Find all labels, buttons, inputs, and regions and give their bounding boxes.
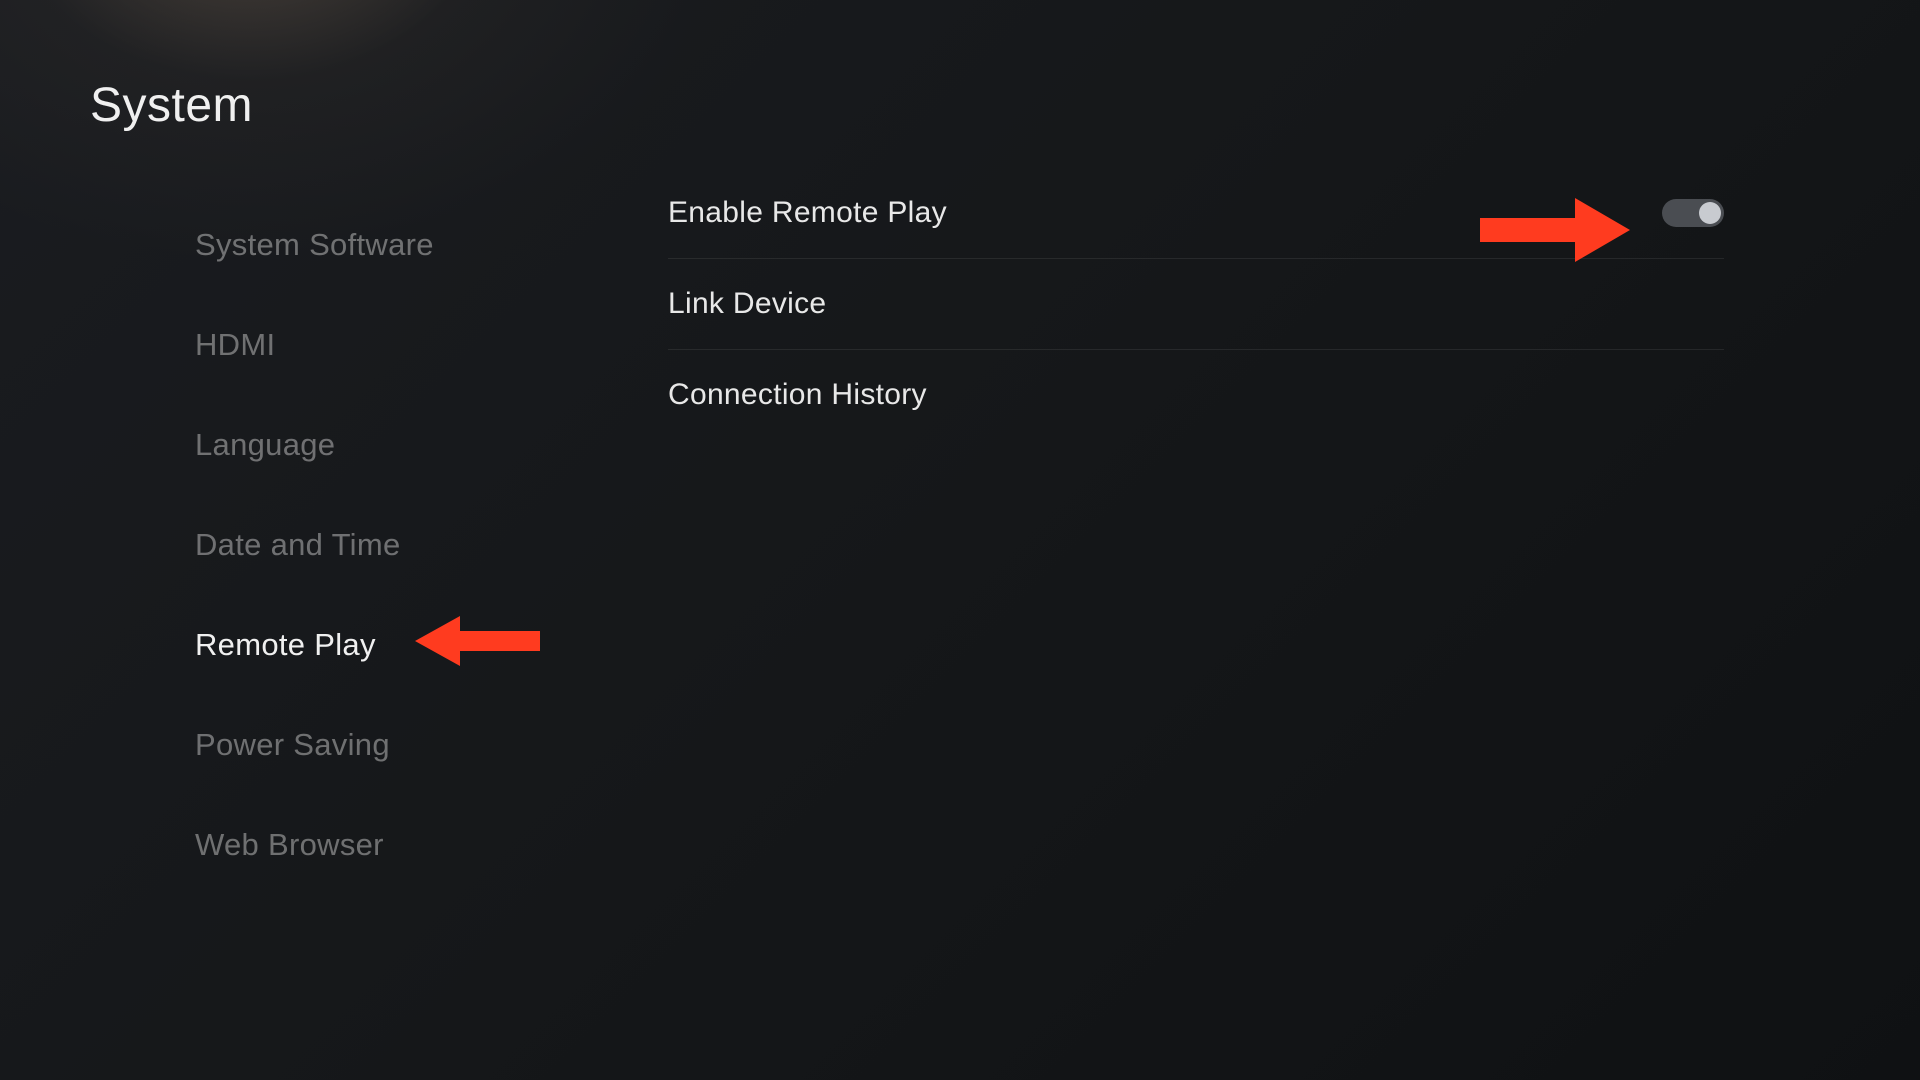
sidebar-item-system-software[interactable]: System Software — [195, 195, 575, 295]
sidebar-item-date-and-time[interactable]: Date and Time — [195, 495, 575, 595]
setting-link-device[interactable]: Link Device — [668, 259, 1724, 350]
sidebar-item-web-browser[interactable]: Web Browser — [195, 795, 575, 895]
setting-label: Enable Remote Play — [668, 196, 947, 230]
sidebar-item-power-saving[interactable]: Power Saving — [195, 695, 575, 795]
sidebar-item-hdmi[interactable]: HDMI — [195, 295, 575, 395]
setting-enable-remote-play[interactable]: Enable Remote Play — [668, 196, 1724, 259]
sidebar-item-remote-play[interactable]: Remote Play — [195, 595, 575, 695]
main-panel: Enable Remote Play Link Device Connectio… — [668, 196, 1724, 440]
setting-label: Connection History — [668, 378, 927, 412]
sidebar-item-language[interactable]: Language — [195, 395, 575, 495]
toggle-knob — [1699, 202, 1721, 224]
setting-connection-history[interactable]: Connection History — [668, 350, 1724, 440]
setting-label: Link Device — [668, 287, 826, 321]
toggle-enable-remote-play[interactable] — [1662, 199, 1724, 227]
sidebar: System Software HDMI Language Date and T… — [195, 195, 575, 895]
page-title: System — [90, 78, 253, 133]
